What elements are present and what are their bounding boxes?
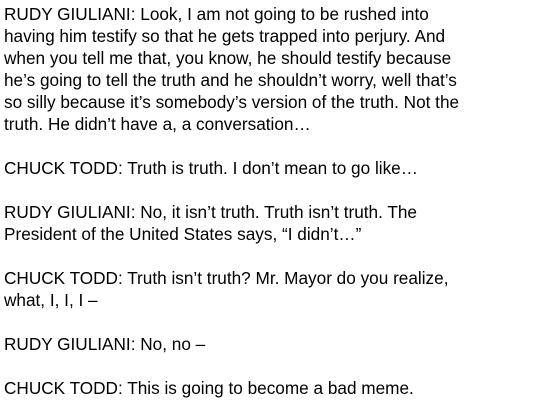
transcript: RUDY GIULIANI: Look, I am not going to b… (4, 3, 532, 399)
transcript-line: truth. He didn’t have a, a conversation… (4, 114, 311, 134)
transcript-line: RUDY GIULIANI: No, it isn’t truth. Truth… (4, 202, 417, 222)
transcript-line: when you tell me that, you know, he shou… (4, 48, 452, 68)
transcript-line: CHUCK TODD: Truth is truth. I don’t mean… (4, 158, 418, 178)
transcript-paragraph: CHUCK TODD: Truth isn’t truth? Mr. Mayor… (4, 267, 532, 311)
transcript-paragraph: RUDY GIULIANI: No, no – (4, 333, 532, 355)
transcript-paragraph: CHUCK TODD: This is going to become a ba… (4, 377, 532, 399)
transcript-line: he’s going to tell the truth and he shou… (4, 70, 457, 90)
transcript-paragraph: RUDY GIULIANI: No, it isn’t truth. Truth… (4, 201, 532, 245)
transcript-line: RUDY GIULIANI: No, no – (4, 334, 206, 354)
transcript-line: President of the United States says, “I … (4, 224, 362, 244)
transcript-line: RUDY GIULIANI: Look, I am not going to b… (4, 4, 429, 24)
transcript-line: CHUCK TODD: Truth isn’t truth? Mr. Mayor… (4, 268, 449, 288)
transcript-line: what, I, I, I – (4, 290, 98, 310)
transcript-line: CHUCK TODD: This is going to become a ba… (4, 378, 414, 398)
transcript-line: having him testify so that he gets trapp… (4, 26, 446, 46)
transcript-paragraph: RUDY GIULIANI: Look, I am not going to b… (4, 3, 532, 135)
transcript-paragraph: CHUCK TODD: Truth is truth. I don’t mean… (4, 157, 532, 179)
transcript-line: so silly because it’s somebody’s version… (4, 92, 460, 112)
